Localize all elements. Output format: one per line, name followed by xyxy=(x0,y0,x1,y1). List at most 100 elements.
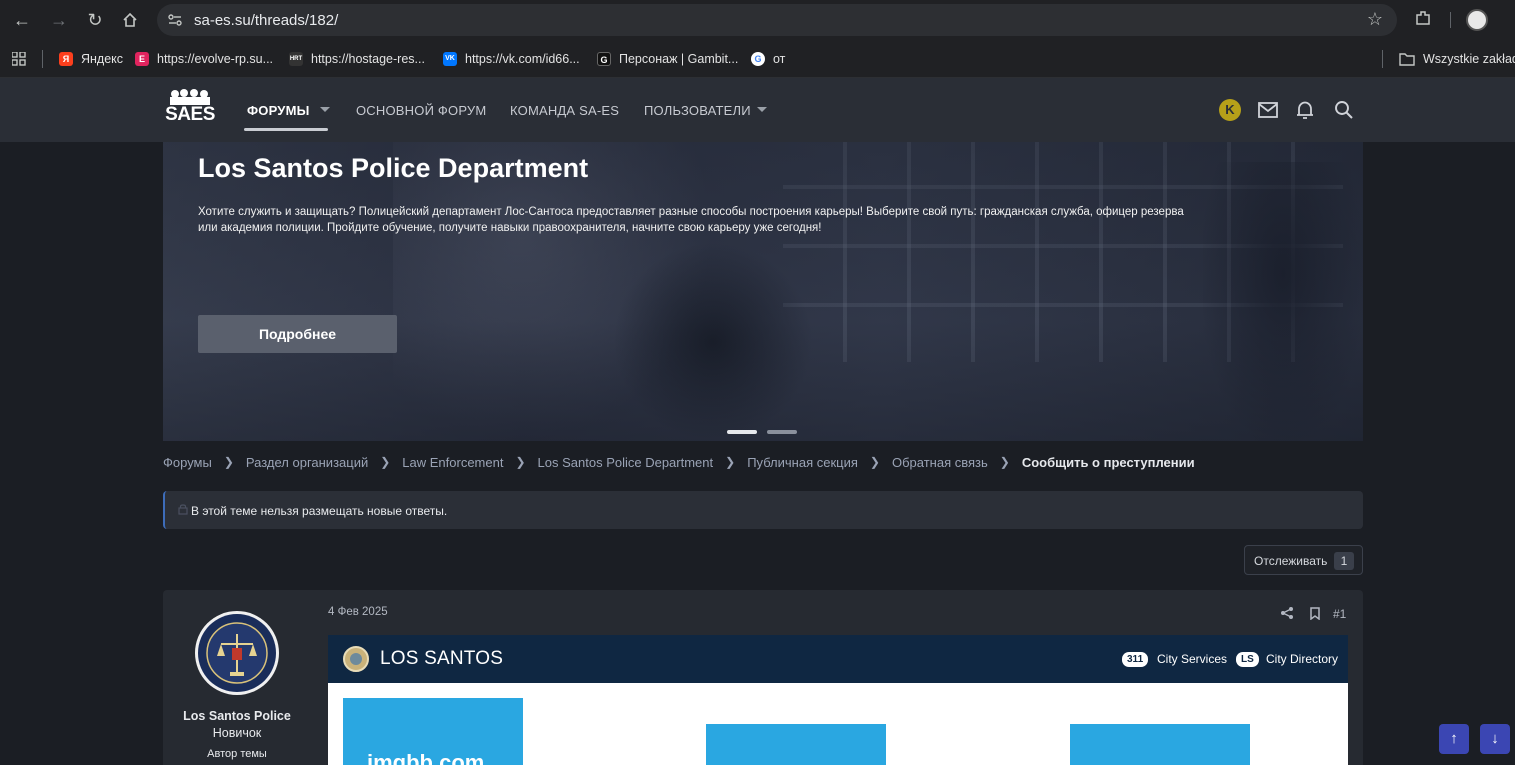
hero-banner: Los Santos Police Department Хотите служ… xyxy=(163,142,1363,441)
bookmark-label: от xyxy=(773,52,786,66)
vk-icon: VK xyxy=(443,52,457,66)
scroll-top-button[interactable]: ↑ xyxy=(1439,724,1469,754)
breadcrumb-item[interactable]: Обратная связь xyxy=(892,455,988,470)
bookmark-label: https://evolve-rp.su... xyxy=(157,52,274,66)
bookmark-star-icon[interactable]: ☆ xyxy=(1367,9,1383,30)
bookmark-hostage[interactable]: HRT https://hostage-res... xyxy=(289,50,425,68)
user-avatar[interactable]: K xyxy=(1219,99,1241,121)
chevron-right-icon: ❯ xyxy=(515,455,526,469)
gambit-icon: G xyxy=(597,52,611,66)
breadcrumb-item[interactable]: Los Santos Police Department xyxy=(538,455,714,470)
bookmark-icon[interactable] xyxy=(1309,607,1321,620)
post-date[interactable]: 4 Фев 2025 xyxy=(328,606,388,618)
directory-badge: LS xyxy=(1236,652,1259,667)
hero-title: Los Santos Police Department xyxy=(198,153,589,183)
thread-author-badge: Автор темы xyxy=(207,748,267,760)
breadcrumb-item[interactable]: Публичная секция xyxy=(747,455,858,470)
embed-title: LOS SANTOS xyxy=(380,648,504,669)
notice-text: В этой теме нельзя размещать новые ответ… xyxy=(191,504,448,518)
breadcrumb-item[interactable]: Форумы xyxy=(163,455,212,470)
post-author-panel: Los Santos Police Новичок Автор темы xyxy=(163,590,311,765)
browser-toolbar: ← → ↻ sa-es.su/threads/182/ ☆ ⋮ xyxy=(0,0,1515,40)
post-number[interactable]: #1 xyxy=(1333,607,1346,621)
chevron-right-icon: ❯ xyxy=(380,455,391,469)
address-bar[interactable]: sa-es.su/threads/182/ ☆ xyxy=(157,4,1397,36)
home-icon[interactable] xyxy=(118,8,142,32)
bookmarks-divider xyxy=(42,50,43,68)
profile-avatar[interactable] xyxy=(1466,9,1488,31)
bookmarks-bar: Я Яндекс E https://evolve-rp.su... HRT h… xyxy=(0,40,1515,78)
site-settings-icon[interactable] xyxy=(167,12,183,28)
google-icon: G xyxy=(751,52,765,66)
site-header: SAES ФОРУМЫ ОСНОВНОЙ ФОРУМ КОМАНДА SA-ES… xyxy=(0,78,1515,142)
logo-figures-icon xyxy=(170,89,210,105)
yandex-icon: Я xyxy=(59,52,73,66)
image-placeholder[interactable]: imgbb.com xyxy=(343,698,523,765)
menu-icon[interactable]: ⋮ xyxy=(1508,9,1515,29)
bookmark-evolve[interactable]: E https://evolve-rp.su... xyxy=(135,50,273,68)
imgbb-watermark: imgbb.com xyxy=(367,750,485,765)
city-seal-icon xyxy=(343,646,369,672)
all-bookmarks-folder[interactable]: Wszystkie zakładki xyxy=(1399,50,1515,68)
services-label: City Services xyxy=(1157,652,1228,666)
logo-text: SAES xyxy=(165,104,215,125)
toolbar-divider xyxy=(1450,12,1451,28)
breadcrumb-item[interactable]: Раздел организаций xyxy=(246,455,368,470)
bookmark-label: Яндекс xyxy=(81,52,124,66)
hero-overlay xyxy=(163,142,1363,441)
post-embedded-image: LOS SANTOS 311 City Services LS City Dir… xyxy=(328,635,1348,765)
learn-more-button[interactable]: Подробнее xyxy=(198,315,397,353)
image-placeholder[interactable] xyxy=(706,724,886,765)
breadcrumb: Форумы ❯ Раздел организаций ❯ Law Enforcem… xyxy=(163,454,1195,470)
watch-button[interactable]: Отслеживать 1 xyxy=(1244,545,1363,575)
bookmark-label: https://hostage-res... xyxy=(311,52,425,66)
nav-main-forum[interactable]: ОСНОВНОЙ ФОРУМ xyxy=(356,103,486,118)
chevron-down-icon[interactable] xyxy=(757,107,767,112)
chevron-right-icon: ❯ xyxy=(999,455,1010,469)
forward-icon[interactable]: → xyxy=(47,8,71,32)
scroll-bottom-button[interactable]: ↓ xyxy=(1480,724,1510,754)
bookmarks-divider xyxy=(1382,50,1383,68)
search-icon[interactable] xyxy=(1333,99,1355,121)
carousel-dot[interactable] xyxy=(767,430,797,434)
bookmark-google[interactable]: G от xyxy=(751,50,785,68)
services-badge: 311 xyxy=(1122,652,1149,667)
nav-active-indicator xyxy=(244,128,328,131)
breadcrumb-item[interactable]: Law Enforcement xyxy=(402,455,503,470)
chevron-right-icon: ❯ xyxy=(725,455,736,469)
post-user-rank: Новичок xyxy=(212,726,262,740)
bell-icon[interactable] xyxy=(1294,99,1316,121)
site-logo[interactable]: SAES xyxy=(163,89,217,129)
lspd-emblem-avatar[interactable] xyxy=(194,610,280,696)
bookmark-label: https://vk.com/id66... xyxy=(465,52,580,66)
url-text[interactable]: sa-es.su/threads/182/ xyxy=(194,12,338,29)
directory-label: City Directory xyxy=(1266,652,1339,666)
extensions-icon[interactable] xyxy=(1414,9,1432,32)
chevron-down-icon[interactable] xyxy=(320,107,330,112)
bookmark-yandex[interactable]: Я Яндекс xyxy=(59,50,123,68)
share-icon[interactable] xyxy=(1280,606,1294,620)
watch-label: Отслеживать xyxy=(1254,554,1328,568)
nav-forums[interactable]: ФОРУМЫ xyxy=(247,103,310,118)
hero-description: Хотите служить и защищать? Полицейский д… xyxy=(198,206,1184,234)
thread-locked-notice: В этой теме нельзя размещать новые ответ… xyxy=(163,491,1363,529)
breadcrumb-current[interactable]: Сообщить о преступлении xyxy=(1022,455,1195,470)
carousel-dot-active[interactable] xyxy=(727,430,757,434)
bookmark-label: Wszystkie zakładki xyxy=(1423,52,1515,66)
chevron-right-icon: ❯ xyxy=(869,455,880,469)
image-placeholder[interactable] xyxy=(1070,724,1250,765)
evolve-icon: E xyxy=(135,52,149,66)
hostage-icon: HRT xyxy=(289,52,303,66)
back-icon[interactable]: ← xyxy=(10,8,34,32)
post-username[interactable]: Los Santos Police xyxy=(163,709,311,723)
bookmark-gambit[interactable]: G Персонаж | Gambit... xyxy=(597,50,738,68)
bookmark-vk[interactable]: VK https://vk.com/id66... xyxy=(443,50,580,68)
reload-icon[interactable]: ↻ xyxy=(83,8,107,32)
nav-users[interactable]: ПОЛЬЗОВАТЕЛИ xyxy=(644,103,751,118)
embed-header: LOS SANTOS 311 City Services LS City Dir… xyxy=(328,635,1348,683)
apps-grid-icon[interactable] xyxy=(12,50,26,68)
nav-team[interactable]: КОМАНДА SA-ES xyxy=(510,103,619,118)
folder-icon xyxy=(1399,53,1415,66)
mail-icon[interactable] xyxy=(1257,99,1279,121)
post: Los Santos Police Новичок Автор темы 4 Ф… xyxy=(163,590,1363,765)
